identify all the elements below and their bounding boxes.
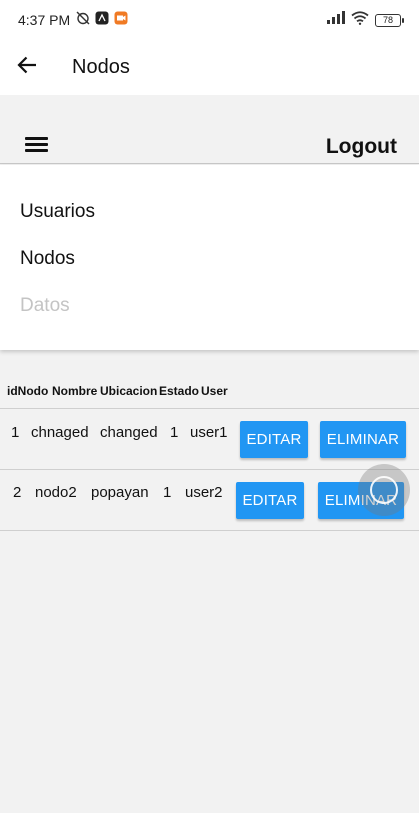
- cell-ubicacion: popayan: [91, 484, 149, 501]
- column-header-estado: Estado: [159, 384, 200, 398]
- navbar: Logout: [0, 95, 419, 164]
- column-header-ubicacion: Ubicacion: [100, 384, 158, 398]
- edit-button[interactable]: EDITAR: [236, 482, 304, 519]
- nodes-table: idNodo Nombre Ubicacion Estado User 1 ch…: [0, 378, 419, 531]
- status-left-icons: [76, 11, 128, 30]
- arrow-left-icon: [17, 56, 37, 79]
- delete-button[interactable]: ELIMINAR: [320, 421, 406, 458]
- menu-item-usuarios[interactable]: Usuarios: [20, 201, 95, 223]
- nav-menu: Usuarios Nodos Datos: [0, 165, 419, 350]
- battery-icon: 78: [375, 13, 404, 27]
- status-time: 4:37 PM: [18, 12, 71, 28]
- column-header-nombre: Nombre: [52, 384, 98, 398]
- menu-item-nodos[interactable]: Nodos: [20, 248, 75, 270]
- logout-button[interactable]: Logout: [326, 135, 397, 159]
- cell-ubicacion: changed: [100, 424, 158, 441]
- hamburger-icon[interactable]: [22, 133, 52, 155]
- table-row: 1 chnaged changed 1 user1 EDITAR ELIMINA…: [0, 409, 419, 470]
- back-button[interactable]: [0, 40, 54, 95]
- column-header-user: User: [201, 384, 228, 398]
- cell-estado: 1: [170, 424, 179, 441]
- status-bar: 4:37 PM 78: [0, 0, 419, 40]
- cell-user: user2: [185, 484, 223, 501]
- signal-icon: [327, 11, 345, 29]
- cell-idnodo: 1: [11, 424, 20, 441]
- menu-item-datos: Datos: [20, 295, 70, 316]
- status-right-icons: 78: [327, 10, 404, 30]
- alarm-off-icon: [76, 11, 90, 30]
- app-notification-icon: [95, 11, 109, 30]
- page-title: Nodos: [72, 56, 130, 78]
- cell-user: user1: [190, 424, 228, 441]
- app-bar: Nodos: [0, 40, 419, 95]
- column-header-idnodo: idNodo: [7, 384, 49, 398]
- cell-idnodo: 2: [13, 484, 22, 501]
- wifi-icon: [351, 10, 369, 30]
- edit-button[interactable]: EDITAR: [240, 421, 308, 458]
- assistive-touch-button[interactable]: [358, 464, 410, 516]
- cell-nombre: nodo2: [35, 484, 77, 501]
- cell-estado: 1: [163, 484, 172, 501]
- video-app-icon: [114, 11, 128, 30]
- cell-nombre: chnaged: [31, 424, 89, 441]
- table-row: 2 nodo2 popayan 1 user2 EDITAR ELIMINAR: [0, 470, 419, 531]
- table-header: idNodo Nombre Ubicacion Estado User: [0, 378, 419, 409]
